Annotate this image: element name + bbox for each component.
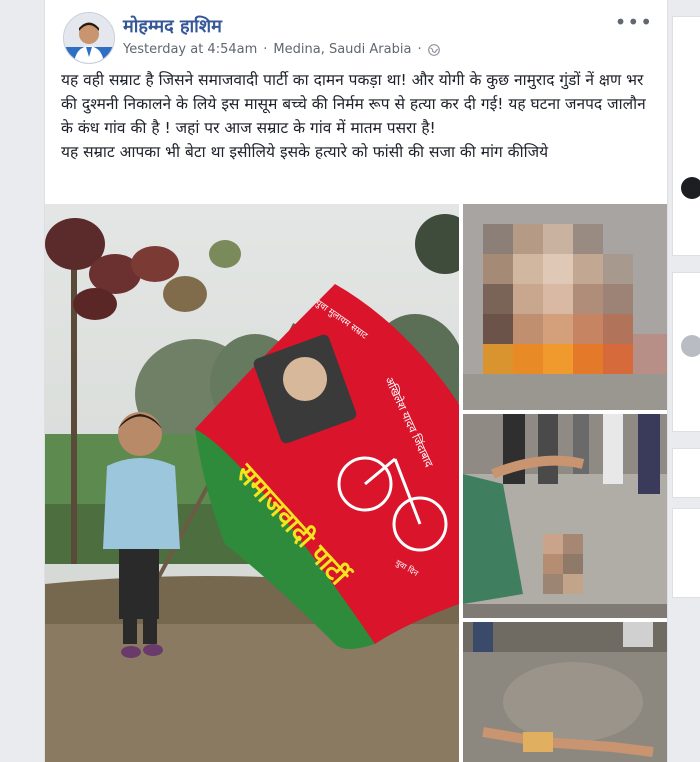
post-text-paragraph-2: यह सम्राट आपका भी बेटा था इसीलिये इसके ह… <box>61 143 549 161</box>
photo-thumbnail-1[interactable] <box>463 204 667 410</box>
post-timestamp[interactable]: Yesterday at 4:54am <box>123 42 257 57</box>
sidebar-avatar-icon <box>681 335 700 357</box>
photo-thumbnail-1-image <box>463 204 667 410</box>
sidebar-card-1 <box>672 16 700 256</box>
globe-icon <box>427 43 440 56</box>
author-avatar[interactable] <box>63 12 115 64</box>
post-text-paragraph-1: यह वही सम्राट है जिसने समाजवादी पार्टी क… <box>61 71 646 137</box>
photo-main-image: समाजवादी पार्टी युवा मुलायम सम्राट अखिले… <box>45 204 459 762</box>
author-name[interactable]: मोहम्मद हाशिम <box>123 14 222 38</box>
photo-thumbnail-3-image <box>463 622 667 762</box>
sidebar-avatar-icon <box>681 177 700 199</box>
sidebar-card-4 <box>672 508 700 598</box>
post-header: मोहम्मद हाशिम Yesterday at 4:54am · Medi… <box>45 0 667 70</box>
facebook-post: मोहम्मद हाशिम Yesterday at 4:54am · Medi… <box>44 0 668 762</box>
sidebar-card-2 <box>672 272 700 432</box>
right-sidebar <box>672 0 700 762</box>
post-meta: Yesterday at 4:54am · Medina, Saudi Arab… <box>123 42 440 57</box>
meta-separator: · <box>417 42 422 57</box>
avatar-photo-icon <box>64 13 114 63</box>
photo-main-child-with-flag[interactable]: समाजवादी पार्टी युवा मुलायम सम्राट अखिले… <box>45 204 459 762</box>
sidebar-card-3 <box>672 448 700 498</box>
post-media-grid: समाजवादी पार्टी युवा मुलायम सम्राट अखिले… <box>45 204 667 762</box>
post-text: यह वही सम्राट है जिसने समाजवादी पार्टी क… <box>61 68 657 164</box>
more-options-icon[interactable]: ••• <box>615 10 653 34</box>
photo-thumbnail-2-image <box>463 414 667 618</box>
photo-thumbnail-2[interactable] <box>463 414 667 618</box>
photo-thumbnail-3[interactable] <box>463 622 667 762</box>
post-location[interactable]: Medina, Saudi Arabia <box>273 42 411 57</box>
meta-separator: · <box>263 42 268 57</box>
